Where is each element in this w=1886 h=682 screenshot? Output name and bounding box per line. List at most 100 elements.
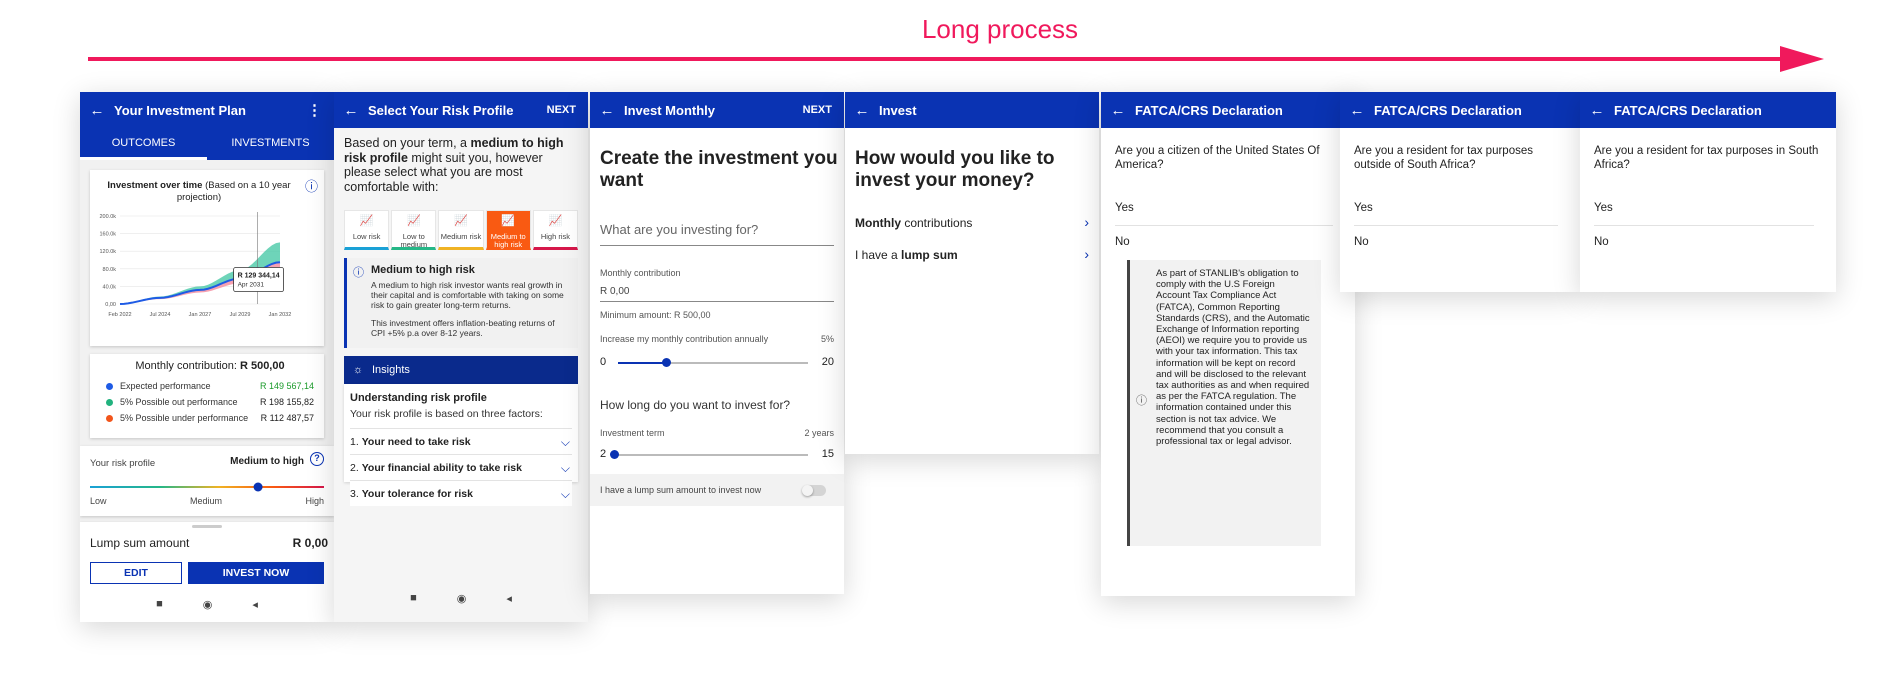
purpose-placeholder: What are you investing for? [600,222,759,237]
back-arrow-icon[interactable]: ← [334,102,368,119]
info-icon: ⓘ [1136,395,1147,407]
monthly-contribution-input[interactable]: R 0,00 [600,286,834,302]
no-option[interactable]: No [1594,236,1814,248]
chart-icon: 📈 [548,215,563,227]
term-slider-knob[interactable] [610,450,619,459]
tab-investments[interactable]: INVESTMENTS [207,128,334,160]
more-options-icon[interactable]: ⋮ [307,101,334,119]
page-heading: How would you like to invest your money? [855,148,1055,191]
back-nav-icon[interactable]: ◂ [506,592,512,605]
risk-scale-labels: Low Medium High [90,496,324,506]
chevron-down-icon[interactable]: ⌵ [561,481,570,507]
term-min: 2 [600,448,607,460]
risk-tile-label: Medium risk [440,232,482,241]
risk-profile-card: Your risk profile Medium to high ? Low M… [80,446,334,516]
back-nav-icon[interactable]: ◂ [252,598,258,611]
risk-tile-label: Medium to high risk [490,232,526,249]
monthly-contribution: Monthly contribution: R 500,00 [106,360,314,372]
lump-toggle-label: I have a lump sum amount to invest now [600,485,762,495]
option-bold: Monthly [855,216,901,230]
monthly-contribution-label: Monthly contribution [600,268,681,278]
chevron-down-icon[interactable]: ⌵ [561,455,570,481]
risk-scale-knob[interactable] [253,482,263,492]
no-option[interactable]: No [1354,236,1558,248]
risk-tile-low[interactable]: 📈 Low risk [344,210,390,250]
factor-number: 1. [350,436,359,448]
term-value: 2 years [804,428,834,438]
info-paragraph: This investment offers inflation-beating… [371,318,555,338]
option-text: contributions [901,216,973,230]
monthly-contribution-value: R 0,00 [600,286,630,297]
risk-tile-label: High risk [540,232,570,241]
yes-option[interactable]: Yes [1115,202,1333,226]
risk-profile-label: Your risk profile [90,458,156,469]
lump-sum-option[interactable]: I have a lump sum › [855,246,1089,262]
risk-tile-low-medium[interactable]: 📈 Low to medium [391,210,437,250]
yes-option[interactable]: Yes [1354,202,1558,226]
lump-sum-value: R 0,00 [292,536,328,550]
chart-icon: 📈 [359,215,374,227]
back-arrow-icon[interactable]: ← [1580,102,1614,119]
outcomes-body: Investment over time (Based on a 10 year… [80,160,334,622]
chevron-right-icon: › [1084,246,1089,262]
lightbulb-icon: ☼ [353,364,364,376]
invest-now-button[interactable]: INVEST NOW [188,562,324,584]
factor-row[interactable]: 3. Your tolerance for risk ⌵ [350,480,572,506]
yes-option[interactable]: Yes [1594,202,1814,226]
monthly-contributions-option[interactable]: Monthly contributions › [855,214,1089,230]
next-button[interactable]: NEXT [803,104,844,116]
option-bold: lump sum [901,248,958,262]
increase-slider-knob[interactable] [661,358,671,367]
chevron-right-icon: › [1084,214,1089,230]
recent-apps-icon[interactable]: ■ [156,598,163,610]
risk-high-label: High [305,496,324,506]
fatca-in-sa-screen: ← FATCA/CRS Declaration Are you a reside… [1580,92,1836,292]
increase-label: Increase my monthly contribution annuall… [600,334,769,344]
tab-outcomes[interactable]: OUTCOMES [80,128,207,160]
no-option[interactable]: No [1115,236,1333,248]
investment-chart: 0,00 40.0k 80.0k 120.0k 160.0k 200.0k Feb 2022… [99,212,291,318]
back-arrow-icon[interactable]: ← [1340,102,1374,119]
invest-monthly-screen: ← Invest Monthly NEXT Create the investm… [590,92,844,594]
risk-tile-medium-high[interactable]: 📈 Medium to high risk [485,210,531,250]
app-bar: ← Invest Monthly NEXT [590,92,844,128]
next-button[interactable]: NEXT [547,104,588,116]
y-tick-label: 0,00 [105,302,116,308]
insights-subtitle: Your risk profile is based on three fact… [350,408,543,420]
risk-medium-label: Medium [189,496,222,506]
risk-tile-high[interactable]: 📈 High risk [532,210,579,250]
term-slider-track[interactable] [614,454,808,456]
insights-header[interactable]: ☼ Insights [344,356,578,384]
edit-button[interactable]: EDIT [90,562,182,584]
purpose-input[interactable]: What are you investing for? [600,222,834,246]
back-arrow-icon[interactable]: ← [845,102,879,119]
sheet-handle[interactable] [192,525,222,528]
back-arrow-icon[interactable]: ← [1101,102,1135,119]
lump-toggle-knob[interactable] [802,485,813,496]
back-arrow-icon[interactable]: ← [590,102,624,119]
risk-tile-label: Low to medium [400,232,428,249]
help-icon[interactable]: ? [310,452,324,466]
home-icon[interactable]: ◉ [457,592,467,605]
y-tick-label: 200.0k [99,214,116,220]
risk-scale-bar[interactable] [90,480,324,494]
lump-toggle-row: I have a lump sum amount to invest now [590,474,844,506]
performance-value: R 112 487,57 [260,413,314,423]
term-max: 15 [821,448,834,460]
android-nav-bar: ■ ◉ ◂ [80,592,334,616]
back-arrow-icon[interactable]: ← [80,102,114,119]
recent-apps-icon[interactable]: ■ [410,592,417,604]
risk-tile-medium[interactable]: 📈 Medium risk [438,210,484,250]
increase-max: 20 [821,356,834,368]
performance-row: Expected performance R 149 567,14 [106,378,314,394]
risk-tile-label: Low risk [352,232,381,241]
monthly-label: Monthly contribution: [135,360,237,372]
chevron-down-icon[interactable]: ⌵ [561,429,570,455]
chart-icon: 📈 [454,215,468,227]
factor-row[interactable]: 1. Your need to take risk ⌵ [350,428,572,454]
app-bar: ← Select Your Risk Profile NEXT [334,92,588,128]
x-tick-label: Feb 2022 [108,312,131,318]
home-icon[interactable]: ◉ [203,598,213,611]
increase-slider-fill [618,362,666,364]
factor-row[interactable]: 2. Your financial ability to take risk ⌵ [350,454,572,480]
